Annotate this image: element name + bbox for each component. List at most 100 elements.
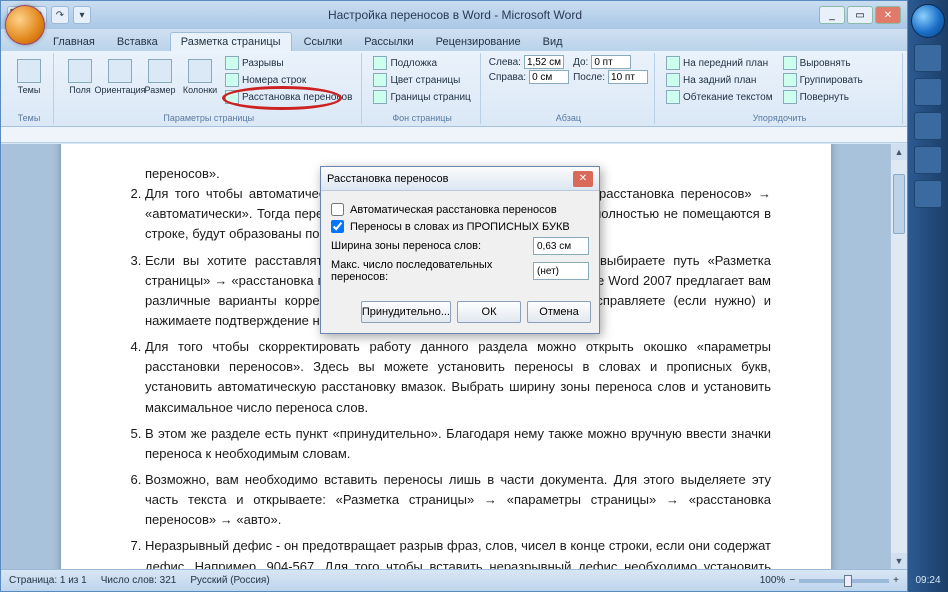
ribbon: Темы Темы Поля Ориентация Размер Колонки… bbox=[1, 51, 907, 127]
status-bar: Страница: 1 из 1 Число слов: 321 Русский… bbox=[1, 569, 907, 591]
manual-button[interactable]: Принудительно... bbox=[361, 301, 451, 323]
horizontal-ruler[interactable] bbox=[1, 127, 907, 143]
indent-left: Слева: bbox=[489, 55, 569, 69]
group-label: Абзац bbox=[483, 113, 654, 123]
tab-mailings[interactable]: Рассылки bbox=[354, 33, 423, 51]
taskbar-item[interactable] bbox=[914, 180, 942, 208]
align-icon bbox=[783, 56, 797, 70]
align-button[interactable]: Выровнять bbox=[780, 55, 866, 71]
hyphenation-button[interactable]: Расстановка переносов bbox=[222, 89, 355, 105]
bring-front-button[interactable]: На передний план bbox=[663, 55, 776, 71]
minimize-button[interactable]: _ bbox=[819, 6, 845, 24]
dialog-title: Расстановка переносов bbox=[327, 173, 448, 185]
system-clock[interactable]: 09:24 bbox=[915, 569, 940, 592]
tab-insert[interactable]: Вставка bbox=[107, 33, 168, 51]
window-title: Настройка переносов в Word - Microsoft W… bbox=[91, 8, 819, 22]
spacing-before-input[interactable] bbox=[591, 55, 631, 69]
zoom-knob[interactable] bbox=[844, 575, 852, 587]
margins-button[interactable]: Поля bbox=[62, 55, 98, 99]
margins-icon bbox=[68, 59, 92, 83]
caps-hyphen-checkbox[interactable] bbox=[331, 220, 344, 233]
tab-review[interactable]: Рецензирование bbox=[426, 33, 531, 51]
zoom-value[interactable]: 100% bbox=[760, 575, 786, 586]
breaks-icon bbox=[225, 56, 239, 70]
group-themes: Темы Темы bbox=[5, 53, 54, 124]
tab-references[interactable]: Ссылки bbox=[294, 33, 353, 51]
watermark-icon bbox=[373, 56, 387, 70]
front-icon bbox=[666, 56, 680, 70]
tab-home[interactable]: Главная bbox=[43, 33, 105, 51]
zone-input[interactable] bbox=[533, 237, 589, 255]
title-bar: 💾 ↶ ↷ ▾ Настройка переносов в Word - Mic… bbox=[1, 1, 907, 29]
spacing-after-input[interactable] bbox=[608, 70, 648, 84]
list-item: Для того чтобы скорректировать работу да… bbox=[145, 337, 771, 418]
text-wrap-button[interactable]: Обтекание текстом bbox=[663, 89, 776, 105]
rotate-button[interactable]: Повернуть bbox=[780, 89, 866, 105]
scroll-thumb[interactable] bbox=[893, 174, 905, 234]
group-arrange: На передний план На задний план Обтекани… bbox=[657, 53, 903, 124]
back-icon bbox=[666, 73, 680, 87]
zoom-out-icon[interactable]: − bbox=[789, 575, 795, 586]
scroll-down-icon[interactable]: ▼ bbox=[891, 553, 907, 569]
orientation-icon bbox=[108, 59, 132, 83]
zoom-control: 100% − + bbox=[760, 575, 899, 586]
watermark-button[interactable]: Подложка bbox=[370, 55, 473, 71]
caps-hyphen-label: Переносы в словах из ПРОПИСНЫХ БУКВ bbox=[350, 221, 589, 233]
taskbar-item[interactable] bbox=[914, 78, 942, 106]
auto-hyphen-checkbox[interactable] bbox=[331, 203, 344, 216]
taskbar-item[interactable] bbox=[914, 44, 942, 72]
page-color-button[interactable]: Цвет страницы bbox=[370, 72, 473, 88]
indent-left-input[interactable] bbox=[524, 55, 564, 69]
ok-button[interactable]: ОК bbox=[457, 301, 521, 323]
columns-button[interactable]: Колонки bbox=[182, 55, 218, 99]
group-label: Параметры страницы bbox=[56, 113, 361, 123]
close-button[interactable]: ✕ bbox=[875, 6, 901, 24]
orientation-button[interactable]: Ориентация bbox=[102, 55, 138, 99]
tab-page-layout[interactable]: Разметка страницы bbox=[170, 32, 292, 51]
taskbar-item[interactable] bbox=[914, 146, 942, 174]
maximize-button[interactable]: ▭ bbox=[847, 6, 873, 24]
windows-taskbar: 09:24 bbox=[908, 0, 948, 592]
spacing-after: После: bbox=[573, 70, 648, 84]
size-icon bbox=[148, 59, 172, 83]
breaks-button[interactable]: Разрывы bbox=[222, 55, 355, 71]
indent-right: Справа: bbox=[489, 70, 569, 84]
dialog-titlebar[interactable]: Расстановка переносов ✕ bbox=[321, 167, 599, 191]
scroll-up-icon[interactable]: ▲ bbox=[891, 144, 907, 160]
tab-view[interactable]: Вид bbox=[533, 33, 573, 51]
line-numbers-icon bbox=[225, 73, 239, 87]
list-item: В этом же разделе есть пункт «принудител… bbox=[145, 424, 771, 464]
zoom-in-icon[interactable]: + bbox=[893, 575, 899, 586]
hyphenation-dialog: Расстановка переносов ✕ Автоматическая р… bbox=[320, 166, 600, 334]
taskbar-item[interactable] bbox=[914, 112, 942, 140]
line-numbers-button[interactable]: Номера строк bbox=[222, 72, 355, 88]
max-input[interactable] bbox=[533, 262, 589, 280]
group-button[interactable]: Группировать bbox=[780, 72, 866, 88]
status-words[interactable]: Число слов: 321 bbox=[101, 575, 177, 586]
size-button[interactable]: Размер bbox=[142, 55, 178, 99]
qat-more-icon[interactable]: ▾ bbox=[73, 6, 91, 24]
office-button[interactable] bbox=[5, 5, 45, 45]
status-language[interactable]: Русский (Россия) bbox=[190, 575, 269, 586]
status-page[interactable]: Страница: 1 из 1 bbox=[9, 575, 87, 586]
redo-icon[interactable]: ↷ bbox=[51, 6, 69, 24]
group-page-setup: Поля Ориентация Размер Колонки Разрывы Н… bbox=[56, 53, 362, 124]
columns-icon bbox=[188, 59, 212, 83]
vertical-scrollbar[interactable]: ▲ ▼ bbox=[890, 144, 907, 569]
max-label: Макс. число последовательных переносов: bbox=[331, 259, 527, 283]
group-page-background: Подложка Цвет страницы Границы страниц Ф… bbox=[364, 53, 480, 124]
dialog-close-button[interactable]: ✕ bbox=[573, 171, 593, 187]
start-button[interactable] bbox=[911, 4, 945, 38]
group-label: Темы bbox=[5, 113, 53, 123]
wrap-icon bbox=[666, 90, 680, 104]
page-borders-button[interactable]: Границы страниц bbox=[370, 89, 473, 105]
group-icon bbox=[783, 73, 797, 87]
hyphenation-icon bbox=[225, 90, 239, 104]
zoom-slider[interactable] bbox=[799, 579, 889, 583]
group-paragraph: Слева: Справа: До: После: Абзац bbox=[483, 53, 655, 124]
send-back-button[interactable]: На задний план bbox=[663, 72, 776, 88]
group-label: Фон страницы bbox=[364, 113, 479, 123]
themes-button[interactable]: Темы bbox=[11, 55, 47, 99]
indent-right-input[interactable] bbox=[529, 70, 569, 84]
cancel-button[interactable]: Отмена bbox=[527, 301, 591, 323]
